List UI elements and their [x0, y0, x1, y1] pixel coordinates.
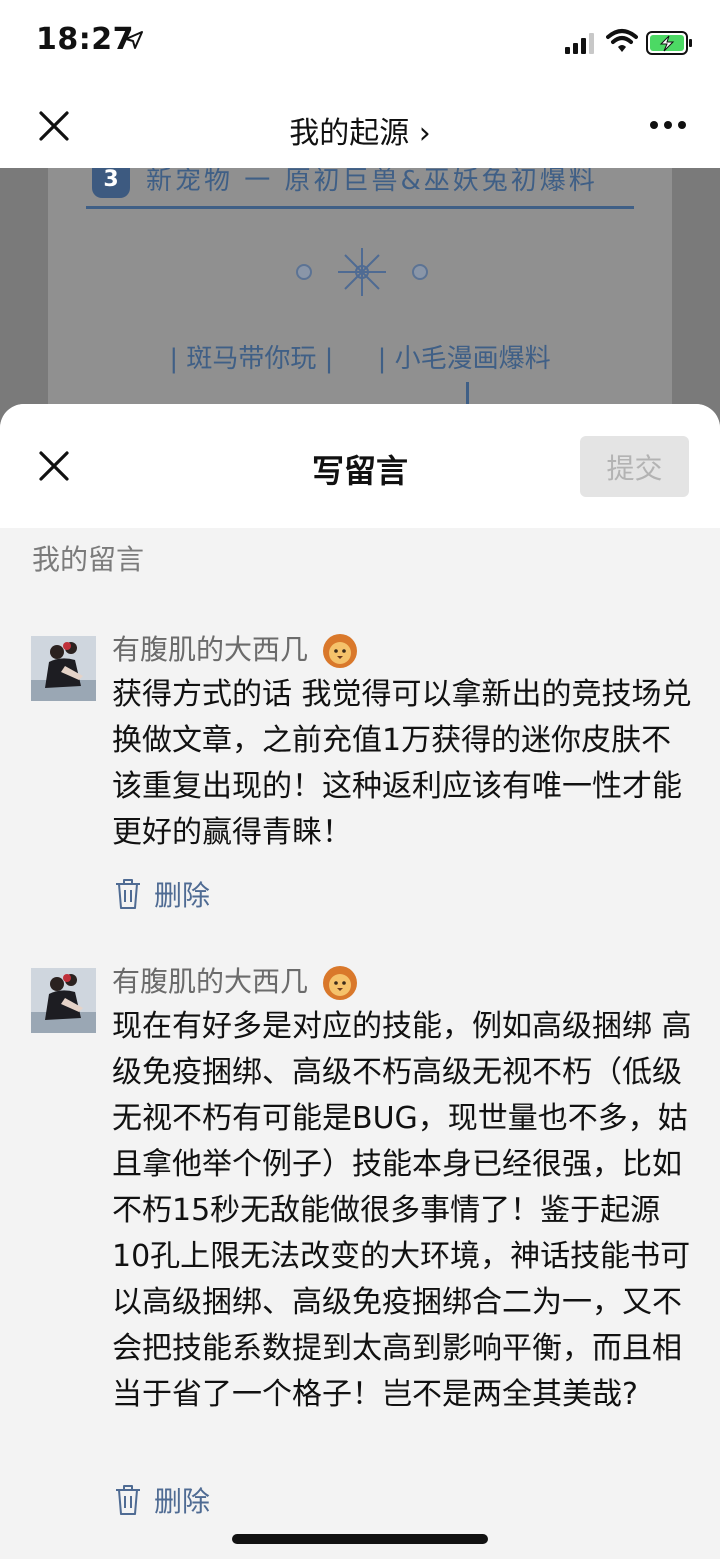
comment-author-name: 有腹肌的大西几 — [112, 633, 309, 666]
more-icon[interactable] — [648, 110, 688, 140]
wifi-icon — [606, 29, 638, 52]
delete-label: 删除 — [154, 1485, 211, 1518]
write-comment-sheet: 写留言 提交 我的留言 有腹肌的大西几 获得方式的话 我觉得可以拿新出的竞技场兑… — [0, 404, 720, 1559]
trash-icon — [116, 1485, 140, 1515]
section-heading: 新宠物 一 原初巨兽&巫妖兔初爆料 — [146, 168, 598, 196]
status-time: 18:27 — [36, 22, 134, 57]
section-number-badge: 3 — [92, 168, 130, 198]
battery-charging-icon — [646, 31, 692, 55]
article-link-comic[interactable]: | 小毛漫画爆料 — [378, 344, 551, 374]
article-link-zebra[interactable]: | 斑马带你玩 | — [169, 344, 333, 374]
location-arrow-icon — [125, 31, 143, 49]
article-section-header: 3 新宠物 一 原初巨兽&巫妖兔初爆料 — [86, 168, 634, 209]
lion-face-emoji-icon — [322, 634, 357, 668]
trash-icon — [116, 879, 140, 909]
comment-author: 有腹肌的大西几 — [112, 960, 359, 1002]
home-indicator[interactable] — [232, 1534, 488, 1544]
avatar — [31, 636, 96, 701]
avatar — [31, 968, 96, 1033]
page-title[interactable]: 我的起源 › — [0, 108, 720, 152]
status-bar: 18:27 — [0, 0, 720, 88]
delete-label: 删除 — [154, 879, 211, 912]
comment-text: 现在有好多是对应的技能，例如高级捆绑 高级免疫捆绑、高级不朽高级无视不朽（低级无… — [112, 1009, 692, 1412]
snowflake-divider-icon — [296, 248, 428, 296]
article-links: | 斑马带你玩 | | 小毛漫画爆料 — [0, 338, 720, 375]
lion-face-emoji-icon — [322, 966, 357, 1000]
article-divider-bar — [466, 382, 469, 406]
my-comments-label: 我的留言 — [32, 543, 145, 576]
comment-author-name: 有腹肌的大西几 — [112, 965, 309, 998]
cellular-signal-icon — [565, 33, 594, 54]
submit-button[interactable]: 提交 — [580, 436, 689, 497]
article-background: 3 新宠物 一 原初巨兽&巫妖兔初爆料 | 斑马带你玩 | | 小毛漫画爆料 — [0, 168, 720, 428]
sheet-header: 写留言 提交 — [0, 404, 720, 528]
comment-author: 有腹肌的大西几 — [112, 628, 359, 670]
top-nav-bar: 我的起源 › — [0, 88, 720, 168]
comment-text: 获得方式的话 我觉得可以拿新出的竞技场兑换做文章，之前充值1万获得的迷你皮肤不该… — [112, 677, 692, 850]
